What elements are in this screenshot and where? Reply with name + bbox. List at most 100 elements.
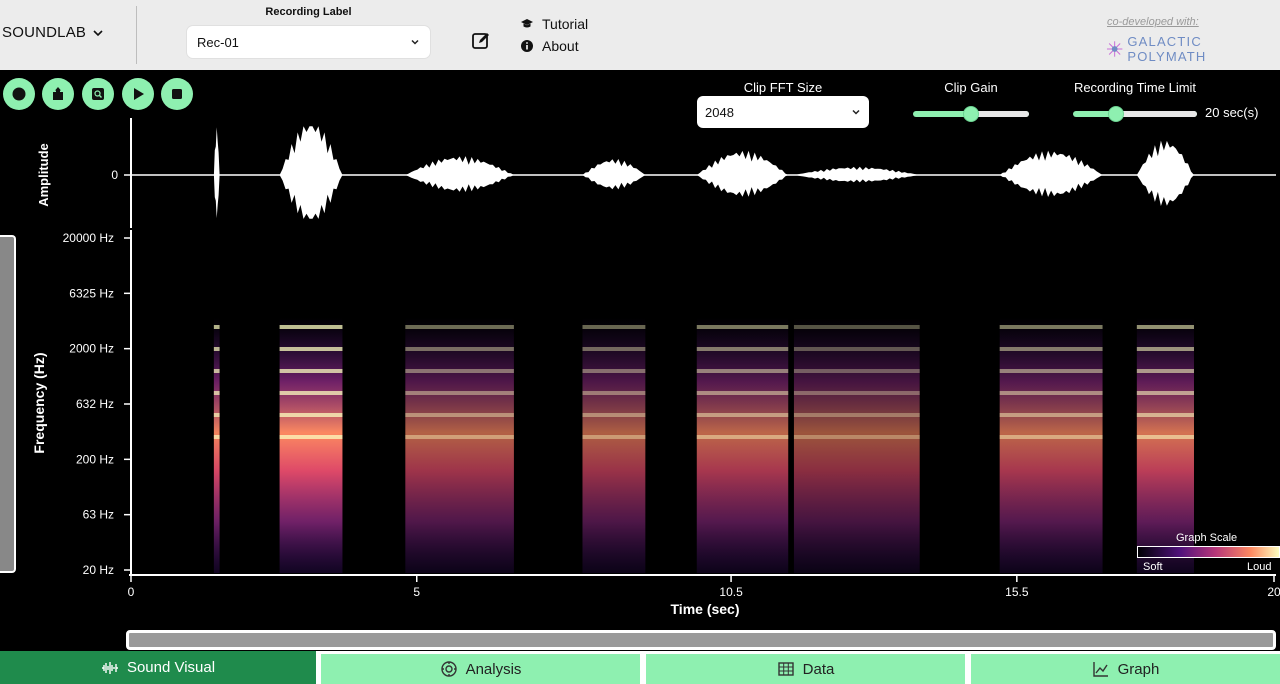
tab-graph[interactable]: Graph	[971, 651, 1280, 684]
spectrogram-energy	[793, 318, 920, 573]
time-tick-label: 5	[413, 585, 420, 599]
spectrogram-harmonic	[405, 413, 514, 417]
spectrogram-harmonic	[405, 369, 514, 373]
spectrogram-segment	[279, 318, 343, 573]
spectrogram-harmonic	[1136, 391, 1194, 395]
graph-scale-loud: Loud	[1247, 561, 1272, 573]
line-chart-icon	[1092, 662, 1108, 677]
waveform-burst	[1136, 140, 1194, 206]
spectrogram-harmonic	[999, 369, 1103, 373]
spectrogram-harmonic	[279, 325, 343, 329]
time-ticks: 0 5 10.5 15.5 20	[128, 575, 1280, 599]
vertical-zoom-scrollbar[interactable]	[0, 235, 16, 573]
spectrogram-harmonic	[582, 369, 646, 373]
time-axis-label: Time (sec)	[671, 601, 740, 617]
frequency-tick-label: 632 Hz	[76, 397, 114, 411]
spectrogram-harmonic	[582, 391, 646, 395]
tab-label: Analysis	[465, 660, 522, 678]
waveform-burst	[213, 127, 220, 219]
time-tick-label: 20	[1267, 585, 1280, 599]
spectrogram-harmonic	[582, 325, 646, 329]
spectrogram-harmonic	[1136, 325, 1194, 329]
tab-label: Graph	[1117, 660, 1160, 678]
spectrogram-harmonic	[279, 435, 343, 439]
tab-label: Data	[802, 660, 835, 678]
waveform-tick-label: 0	[111, 168, 118, 182]
waveform	[213, 126, 1194, 219]
spectrogram-energy	[696, 318, 789, 573]
waveform-burst	[999, 150, 1103, 197]
spectrogram	[213, 318, 1194, 573]
spectrogram-harmonic	[696, 391, 789, 395]
spectrogram-harmonic	[582, 435, 646, 439]
tab-analysis[interactable]: Analysis	[321, 651, 640, 684]
spectrogram-harmonic	[279, 391, 343, 395]
amplitude-axis-label: Amplitude	[36, 143, 51, 207]
spectrogram-segment	[696, 318, 789, 573]
spectrogram-harmonic	[213, 369, 220, 373]
spectrogram-harmonic	[999, 413, 1103, 417]
waveform-burst	[279, 126, 343, 219]
waveform-burst	[696, 150, 789, 197]
spectrogram-harmonic	[696, 435, 789, 439]
spectrogram-energy	[582, 318, 646, 573]
frequency-tick-label: 63 Hz	[83, 508, 114, 522]
spectrogram-harmonic	[279, 369, 343, 373]
graph-scale-title: Graph Scale	[1176, 532, 1238, 544]
spectrogram-harmonic	[793, 347, 920, 351]
spectrogram-harmonic	[793, 413, 920, 417]
spectrogram-harmonic	[999, 391, 1103, 395]
spectrogram-harmonic	[1136, 413, 1194, 417]
spectrogram-harmonic	[999, 347, 1103, 351]
spectrogram-harmonic	[213, 391, 220, 395]
frequency-tick-label: 200 Hz	[76, 452, 114, 466]
time-tick-label: 10.5	[719, 585, 743, 599]
spectrogram-harmonic	[696, 413, 789, 417]
spectrogram-harmonic	[405, 347, 514, 351]
spectrogram-harmonic	[213, 435, 220, 439]
waveform-icon	[101, 661, 118, 674]
frequency-tick-label: 20 Hz	[83, 563, 114, 577]
spectrogram-harmonic	[696, 369, 789, 373]
time-tick-label: 0	[128, 585, 135, 599]
spectrogram-segment	[582, 318, 646, 573]
spectrogram-harmonic	[582, 347, 646, 351]
graph-scale-colorbar	[1137, 546, 1280, 558]
frequency-ticks: 20000 Hz 6325 Hz 2000 Hz 632 Hz 200 Hz 63 Hz 2…	[63, 231, 131, 577]
spectrogram-harmonic	[582, 413, 646, 417]
sound-visual-plot: 0 Amplitude Frequency (Hz) Time (sec) 20…	[31, 118, 1280, 617]
spectrogram-harmonic	[1136, 347, 1194, 351]
spectrogram-harmonic	[696, 347, 789, 351]
spectrogram-segment	[793, 318, 920, 573]
waveform-burst	[582, 159, 646, 190]
frequency-tick-label: 6325 Hz	[69, 286, 114, 300]
waveform-burst	[405, 156, 514, 192]
frequency-tick-label: 2000 Hz	[69, 342, 114, 356]
spectrogram-harmonic	[405, 391, 514, 395]
spectrogram-harmonic	[213, 347, 220, 351]
tab-label: Sound Visual	[126, 659, 216, 676]
spectrogram-energy	[999, 318, 1103, 573]
gears-icon	[440, 661, 457, 677]
spectrogram-energy	[213, 318, 220, 573]
waveform-burst	[793, 166, 920, 183]
spectrogram-harmonic	[793, 325, 920, 329]
bottom-tab-bar: Sound Visual Analysis Data Graph	[0, 651, 1280, 684]
spectrogram-harmonic	[405, 325, 514, 329]
graph-scale-soft: Soft	[1143, 561, 1163, 573]
tab-sound-visual[interactable]: Sound Visual	[0, 651, 316, 684]
spectrogram-harmonic	[1136, 435, 1194, 439]
spectrogram-harmonic	[793, 435, 920, 439]
tab-data[interactable]: Data	[646, 651, 965, 684]
spectrogram-segment	[999, 318, 1103, 573]
spectrogram-harmonic	[1136, 369, 1194, 373]
spectrogram-segment	[405, 318, 514, 573]
spectrogram-energy	[405, 318, 514, 573]
spectrogram-harmonic	[405, 435, 514, 439]
spectrogram-harmonic	[999, 325, 1103, 329]
frequency-axis-label: Frequency (Hz)	[31, 352, 47, 453]
horizontal-scrollbar[interactable]	[126, 630, 1276, 650]
spectrogram-harmonic	[279, 347, 343, 351]
time-tick-label: 15.5	[1005, 585, 1029, 599]
spectrogram-harmonic	[279, 413, 343, 417]
